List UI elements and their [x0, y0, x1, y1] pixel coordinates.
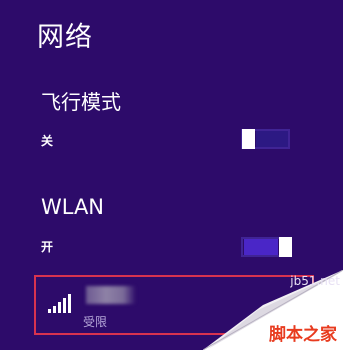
- wlan-toggle-track: [244, 239, 278, 255]
- airplane-mode-toggle[interactable]: [241, 129, 290, 149]
- wlan-title: WLAN: [41, 195, 105, 219]
- wlan-toggle[interactable]: [241, 237, 292, 257]
- airplane-mode-toggle-thumb[interactable]: [242, 129, 255, 149]
- wlan-toggle-thumb[interactable]: [279, 237, 292, 257]
- airplane-mode-title: 飞行模式: [41, 90, 121, 114]
- watermark-site: jb51.net: [290, 274, 340, 288]
- airplane-mode-state-label: 关: [41, 134, 54, 148]
- network-name-redacted: [86, 286, 136, 304]
- network-status: 受限: [83, 315, 108, 329]
- airplane-mode-toggle-track: [256, 131, 288, 147]
- wifi-signal-bars-icon: [48, 290, 74, 318]
- watermark-brand: 脚本之家: [269, 325, 337, 345]
- wlan-state-label: 开: [41, 240, 54, 254]
- panel-title: 网络: [37, 22, 93, 53]
